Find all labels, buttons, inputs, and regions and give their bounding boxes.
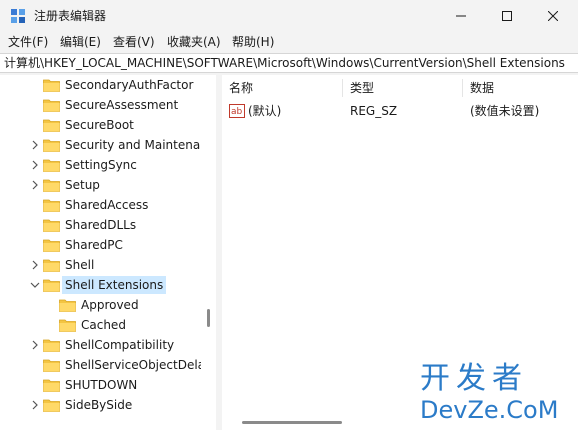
- tree-item-label: SHUTDOWN: [65, 378, 138, 392]
- tree-item[interactable]: SharedDLLs: [0, 215, 200, 235]
- folder-icon: [59, 299, 76, 312]
- tree-item-label: SharedAccess: [65, 198, 149, 212]
- string-value-icon: ab: [229, 104, 245, 118]
- folder-icon: [43, 199, 60, 212]
- tree-item[interactable]: SideBySide: [0, 395, 200, 415]
- list-scroll-thumb[interactable]: [242, 421, 342, 424]
- minimize-icon: [456, 15, 466, 17]
- minimize-button[interactable]: [438, 0, 484, 32]
- column-header-name[interactable]: 名称: [222, 75, 342, 101]
- close-icon: [548, 11, 558, 21]
- folder-icon: [43, 359, 60, 372]
- tree-item[interactable]: Security and Maintenance: [0, 135, 216, 155]
- folder-icon: [43, 339, 60, 352]
- folder-icon: [43, 79, 60, 92]
- tree-item-label: SettingSync: [65, 158, 137, 172]
- tree-item[interactable]: Approved: [0, 295, 200, 315]
- tree-item-label: SecureBoot: [65, 118, 134, 132]
- menu-favorites[interactable]: 收藏夹(A): [167, 34, 221, 50]
- tree-item[interactable]: SettingSync: [0, 155, 200, 175]
- value-type: REG_SZ: [350, 104, 398, 118]
- tree-item[interactable]: ShellServiceObjectDelayLoad: [0, 355, 216, 375]
- address-path: 计算机\HKEY_LOCAL_MACHINE\SOFTWARE\Microsof…: [4, 56, 565, 70]
- tree-scroll-thumb[interactable]: [207, 309, 210, 327]
- tree-item[interactable]: Setup: [0, 175, 200, 195]
- folder-icon: [43, 119, 60, 132]
- chevron-right-icon[interactable]: [30, 340, 40, 350]
- tree-item-label: Shell Extensions: [62, 276, 167, 294]
- tree-item[interactable]: Cached: [0, 315, 200, 335]
- tree-item-label: SecureAssessment: [65, 98, 179, 112]
- folder-icon: [43, 239, 60, 252]
- tree-item[interactable]: SharedPC: [0, 235, 200, 255]
- tree-item[interactable]: SHUTDOWN: [0, 375, 200, 395]
- tree-item[interactable]: Shell Extensions: [0, 275, 200, 295]
- tree-vertical-scrollbar[interactable]: [201, 75, 216, 430]
- chevron-right-icon[interactable]: [30, 140, 40, 150]
- tree-item-label: Cached: [81, 318, 126, 332]
- folder-icon: [43, 279, 60, 292]
- menu-edit[interactable]: 编辑(E): [60, 34, 101, 50]
- tree-item-label: SharedPC: [65, 238, 123, 252]
- folder-icon: [43, 139, 60, 152]
- menu-view[interactable]: 查看(V): [113, 34, 155, 50]
- value-row[interactable]: ab (默认) REG_SZ (数值未设置): [222, 101, 578, 121]
- chevron-right-icon[interactable]: [30, 160, 40, 170]
- tree-item-label: ShellCompatibility: [65, 338, 175, 352]
- chevron-down-icon[interactable]: [30, 280, 40, 290]
- folder-icon: [43, 399, 60, 412]
- menu-file[interactable]: 文件(F): [8, 34, 48, 50]
- folder-icon: [43, 99, 60, 112]
- tree-item[interactable]: ShellCompatibility: [0, 335, 200, 355]
- chevron-right-icon[interactable]: [30, 180, 40, 190]
- tree-item-label: Setup: [65, 178, 100, 192]
- maximize-icon: [502, 11, 512, 21]
- tree-item[interactable]: SecureAssessment: [0, 95, 200, 115]
- folder-icon: [43, 179, 60, 192]
- registry-editor-icon: [11, 9, 25, 23]
- tree-item-label: ShellServiceObjectDelayLoad: [65, 358, 216, 372]
- folder-icon: [43, 379, 60, 392]
- column-header-data[interactable]: 数据: [463, 75, 578, 101]
- tree-item-label: SharedDLLs: [65, 218, 137, 232]
- column-header-type[interactable]: 类型: [343, 75, 462, 101]
- watermark-chinese: 开发者: [420, 361, 528, 396]
- menu-bar: 文件(F) 编辑(E) 查看(V) 收藏夹(A) 帮助(H): [0, 32, 578, 52]
- window-title: 注册表编辑器: [34, 9, 107, 23]
- chevron-right-icon[interactable]: [30, 260, 40, 270]
- folder-icon: [43, 259, 60, 272]
- address-bar[interactable]: 计算机\HKEY_LOCAL_MACHINE\SOFTWARE\Microsof…: [0, 53, 578, 73]
- close-button[interactable]: [530, 0, 576, 32]
- tree-item-label: Shell: [65, 258, 95, 272]
- tree-item-label: SecondaryAuthFactor: [65, 78, 194, 92]
- chevron-right-icon[interactable]: [30, 400, 40, 410]
- menu-help[interactable]: 帮助(H): [232, 34, 274, 50]
- tree-item[interactable]: SharedAccess: [0, 195, 200, 215]
- svg-text:ab: ab: [231, 107, 243, 117]
- tree-item[interactable]: SecureBoot: [0, 115, 200, 135]
- tree-item[interactable]: SecondaryAuthFactor: [0, 75, 200, 95]
- value-name: (默认): [248, 104, 282, 118]
- title-bar: 注册表编辑器: [0, 0, 578, 32]
- tree-item[interactable]: Shell: [0, 255, 200, 275]
- tree-item-label: Security and Maintenance: [65, 138, 216, 152]
- tree-item-label: Approved: [81, 298, 139, 312]
- folder-icon: [43, 159, 60, 172]
- value-data: (数值未设置): [470, 104, 540, 118]
- watermark: 开发者 DevZe.CoM: [420, 362, 578, 428]
- key-tree[interactable]: SecondaryAuthFactor SecureAssessment Secur…: [0, 75, 216, 430]
- watermark-domain: DevZe.CoM: [420, 396, 559, 424]
- maximize-button[interactable]: [484, 0, 530, 32]
- folder-icon: [59, 319, 76, 332]
- folder-icon: [43, 219, 60, 232]
- tree-item-label: SideBySide: [65, 398, 133, 412]
